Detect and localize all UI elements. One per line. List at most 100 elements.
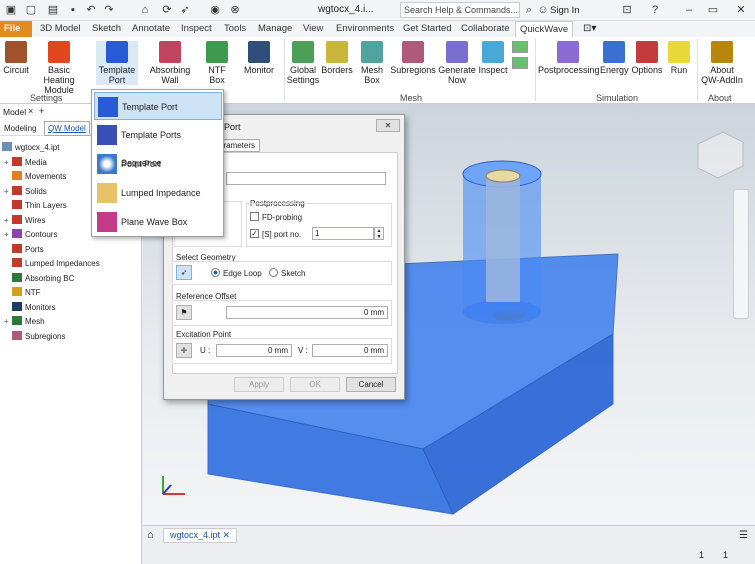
app-logo-icon[interactable]: ▣ bbox=[4, 3, 18, 17]
home-tab-icon[interactable]: ⌂ bbox=[147, 529, 154, 541]
ntf-box-button[interactable]: NTF Box bbox=[200, 41, 234, 85]
undo-icon[interactable]: ↶ bbox=[84, 3, 98, 17]
energy-button[interactable]: Energy bbox=[600, 41, 629, 75]
tree-item[interactable]: wgtocx_4.ipt bbox=[2, 142, 59, 154]
tab-qw-model[interactable]: QW Model bbox=[44, 121, 90, 136]
expand-icon[interactable]: + bbox=[4, 157, 12, 169]
update-icon[interactable]: ⟳ bbox=[160, 3, 174, 17]
redo-icon[interactable]: ↷ bbox=[102, 3, 116, 17]
menu-item-plane-wave-box[interactable]: Plane Wave Box bbox=[94, 208, 222, 236]
material-icon[interactable]: ◉ bbox=[208, 3, 222, 17]
menu-item-lumped-impedance[interactable]: Lumped Impedance bbox=[94, 179, 222, 207]
name-field[interactable] bbox=[226, 172, 386, 185]
expand-icon[interactable]: + bbox=[4, 215, 12, 227]
circuit-button[interactable]: Circuit bbox=[3, 41, 29, 75]
postprocessing-button[interactable]: Postprocessing bbox=[538, 41, 600, 75]
tree-item[interactable]: Ports bbox=[4, 243, 44, 256]
subregions-button[interactable]: Subregions bbox=[390, 41, 436, 75]
tree-item[interactable]: Thin Layers bbox=[4, 200, 67, 212]
global-settings-button[interactable]: Global Settings bbox=[286, 41, 320, 85]
inspect-button[interactable]: Inspect bbox=[476, 41, 510, 75]
tabs-menu-icon[interactable]: ☰ bbox=[739, 530, 748, 541]
apply-button[interactable]: Apply bbox=[234, 377, 284, 392]
help-icon[interactable]: ? bbox=[648, 3, 662, 17]
mesh-small-icon[interactable] bbox=[512, 41, 528, 53]
search-input[interactable]: Search Help & Commands... bbox=[400, 2, 520, 18]
reference-offset-button[interactable]: ⚑ bbox=[176, 305, 192, 320]
port-no-spinner[interactable]: ▲ ▼ bbox=[374, 227, 384, 240]
tree-item[interactable]: + Contours bbox=[4, 229, 57, 241]
fd-probing-checkbox[interactable] bbox=[250, 212, 259, 221]
user-icon[interactable]: ☺ bbox=[536, 3, 550, 17]
tab-sketch[interactable]: Sketch bbox=[88, 21, 125, 37]
monitor-button[interactable]: Monitor bbox=[242, 41, 276, 75]
tab-annotate[interactable]: Annotate bbox=[128, 21, 174, 37]
tab-view[interactable]: View bbox=[299, 21, 327, 37]
menu-item-point-port[interactable]: Point Port bbox=[94, 150, 222, 178]
mesh-small-icon-2[interactable] bbox=[512, 57, 528, 69]
close-icon[interactable]: ✕ bbox=[734, 3, 748, 17]
tree-item[interactable]: Movements bbox=[4, 171, 66, 183]
u-input[interactable]: 0 mm bbox=[216, 344, 292, 357]
about-qw-addin-button[interactable]: About QW-AddIn bbox=[700, 41, 744, 85]
generate-now-button[interactable]: Generate Now bbox=[437, 41, 477, 85]
basic-heating-button[interactable]: Basic Heating Module bbox=[32, 41, 86, 95]
edge-loop-radio[interactable] bbox=[211, 268, 220, 277]
borders-button[interactable]: Borders bbox=[321, 41, 353, 75]
sketch-radio[interactable] bbox=[269, 268, 278, 277]
minimize-icon[interactable]: – bbox=[682, 3, 696, 17]
appearance-icon[interactable]: ⊗ bbox=[228, 3, 242, 17]
tab-manage[interactable]: Manage bbox=[254, 21, 296, 37]
cart-icon[interactable]: ⊡ bbox=[620, 3, 634, 17]
restore-icon[interactable]: ▭ bbox=[706, 3, 720, 17]
menu-item-template-port[interactable]: Template Port bbox=[94, 92, 222, 120]
dialog-close-button[interactable]: ✕ bbox=[376, 119, 400, 132]
expand-icon[interactable]: + bbox=[4, 186, 12, 198]
tab-modeling[interactable]: Modeling bbox=[4, 124, 36, 133]
options-button[interactable]: Options bbox=[631, 41, 663, 75]
tree-item[interactable]: Absorbing BC bbox=[4, 272, 74, 285]
v-input[interactable]: 0 mm bbox=[312, 344, 388, 357]
menu-item-template-ports-sequence[interactable]: Template Ports Sequence bbox=[94, 121, 222, 168]
tree-item[interactable]: + Wires bbox=[4, 214, 45, 227]
new-icon[interactable]: ▢ bbox=[24, 3, 38, 17]
tab-inspect[interactable]: Inspect bbox=[177, 21, 216, 37]
doc-tab[interactable]: wgtocx_4.ipt ✕ bbox=[163, 528, 238, 543]
ok-button[interactable]: OK bbox=[290, 377, 340, 392]
tab-quickwave[interactable]: QuickWave bbox=[515, 21, 574, 37]
tree-item[interactable]: Subregions bbox=[4, 330, 65, 343]
cancel-button[interactable]: Cancel bbox=[346, 377, 396, 392]
tab-collaborate[interactable]: Collaborate bbox=[457, 21, 514, 37]
select-icon[interactable]: ➶ bbox=[178, 3, 192, 17]
home-icon[interactable]: ⌂ bbox=[138, 3, 152, 17]
tree-item[interactable]: + Solids bbox=[4, 185, 47, 198]
absorbing-wall-button[interactable]: Absorbing Wall bbox=[149, 41, 191, 85]
tab-file[interactable]: File bbox=[0, 21, 32, 37]
mesh-box-button[interactable]: Mesh Box bbox=[358, 41, 386, 85]
tree-item[interactable]: + Media bbox=[4, 156, 47, 169]
tree-item[interactable]: Monitors bbox=[4, 301, 56, 314]
tab-get-started[interactable]: Get Started bbox=[399, 21, 456, 37]
tab-3d-model[interactable]: 3D Model bbox=[36, 21, 85, 37]
tree-item[interactable]: NTF bbox=[4, 287, 41, 299]
run-button[interactable]: Run bbox=[668, 41, 690, 75]
close-panel-icon[interactable]: × bbox=[28, 106, 33, 116]
sign-in-link[interactable]: Sign In bbox=[550, 5, 580, 16]
excitation-point-button[interactable]: ✛ bbox=[176, 343, 192, 358]
add-panel-icon[interactable]: + bbox=[39, 106, 44, 116]
search-icon[interactable]: ⌕ bbox=[522, 3, 536, 17]
port-no-input[interactable]: 1 bbox=[312, 227, 374, 240]
navigation-bar[interactable] bbox=[733, 189, 749, 319]
tab-environments[interactable]: Environments bbox=[332, 21, 398, 37]
expand-icon[interactable]: + bbox=[4, 316, 12, 328]
save-icon[interactable]: ▪ bbox=[66, 3, 80, 17]
offset-input[interactable]: 0 mm bbox=[226, 306, 388, 319]
select-geometry-button[interactable]: ➶ bbox=[176, 265, 192, 280]
template-port-button[interactable]: Template Port bbox=[96, 41, 138, 85]
open-icon[interactable]: ▤ bbox=[46, 3, 60, 17]
port-no-checkbox[interactable]: ✓ bbox=[250, 229, 259, 238]
expand-icon[interactable]: + bbox=[4, 229, 12, 241]
tree-item[interactable]: + Mesh bbox=[4, 316, 45, 328]
tab-options-icon[interactable]: ⊡▾ bbox=[583, 23, 596, 34]
tree-item[interactable]: Lumped Impedances bbox=[4, 258, 100, 270]
